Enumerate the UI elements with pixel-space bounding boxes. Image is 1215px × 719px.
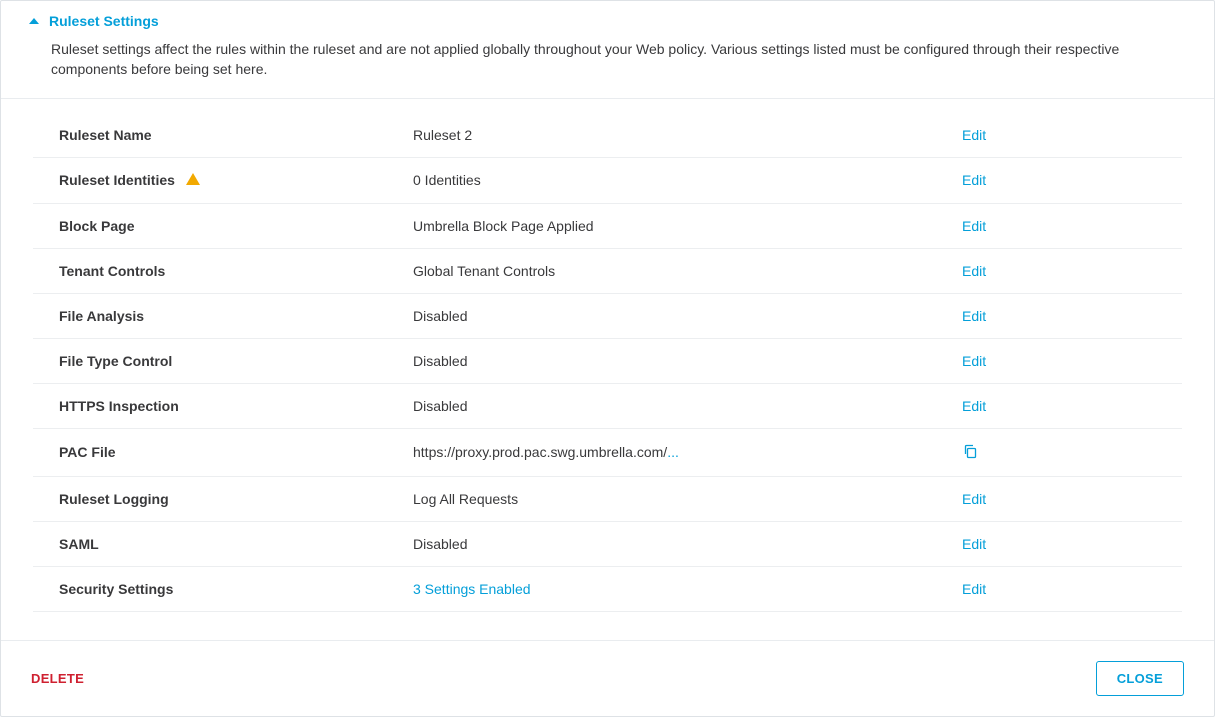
row-security-settings: Security Settings 3 Settings Enabled Edi… [33,566,1182,611]
row-pac-file: PAC File https://proxy.prod.pac.swg.umbr… [33,428,1182,476]
ruleset-settings-panel: Ruleset Settings Ruleset settings affect… [0,0,1215,717]
panel-body: Ruleset Name Ruleset 2 Edit Ruleset Iden… [1,99,1214,640]
panel-description: Ruleset settings affect the rules within… [1,33,1214,99]
pac-url-ellipsis[interactable]: ... [667,444,679,460]
label-ruleset-logging: Ruleset Logging [33,476,413,521]
edit-saml[interactable]: Edit [962,536,986,552]
panel-footer: DELETE CLOSE [1,640,1214,716]
label-file-analysis: File Analysis [33,293,413,338]
label-security-settings: Security Settings [33,566,413,611]
row-saml: SAML Disabled Edit [33,521,1182,566]
value-pac-file: https://proxy.prod.pac.swg.umbrella.com/… [413,428,962,476]
label-block-page: Block Page [33,203,413,248]
row-block-page: Block Page Umbrella Block Page Applied E… [33,203,1182,248]
edit-file-type-control[interactable]: Edit [962,353,986,369]
value-https-inspection: Disabled [413,383,962,428]
value-ruleset-name: Ruleset 2 [413,99,962,158]
close-button[interactable]: CLOSE [1096,661,1184,696]
label-ruleset-identities: Ruleset Identities [33,157,413,203]
value-ruleset-logging: Log All Requests [413,476,962,521]
row-ruleset-logging: Ruleset Logging Log All Requests Edit [33,476,1182,521]
label-ruleset-identities-text: Ruleset Identities [59,172,175,188]
pac-url-text: https://proxy.prod.pac.swg.umbrella.com/ [413,444,667,460]
delete-button[interactable]: DELETE [31,671,84,686]
value-tenant-controls: Global Tenant Controls [413,248,962,293]
settings-table: Ruleset Name Ruleset 2 Edit Ruleset Iden… [33,99,1182,612]
value-block-page: Umbrella Block Page Applied [413,203,962,248]
edit-security-settings[interactable]: Edit [962,581,986,597]
value-ruleset-identities: 0 Identities [413,157,962,203]
row-https-inspection: HTTPS Inspection Disabled Edit [33,383,1182,428]
edit-https-inspection[interactable]: Edit [962,398,986,414]
row-ruleset-identities: Ruleset Identities 0 Identities Edit [33,157,1182,203]
edit-ruleset-identities[interactable]: Edit [962,172,986,188]
caret-up-icon [29,18,39,24]
value-saml: Disabled [413,521,962,566]
value-file-type-control: Disabled [413,338,962,383]
edit-file-analysis[interactable]: Edit [962,308,986,324]
panel-header[interactable]: Ruleset Settings [1,1,1214,33]
value-security-settings[interactable]: 3 Settings Enabled [413,581,531,597]
copy-icon[interactable] [962,443,978,462]
edit-ruleset-logging[interactable]: Edit [962,491,986,507]
edit-tenant-controls[interactable]: Edit [962,263,986,279]
value-file-analysis: Disabled [413,293,962,338]
label-saml: SAML [33,521,413,566]
label-ruleset-name: Ruleset Name [33,99,413,158]
label-tenant-controls: Tenant Controls [33,248,413,293]
label-file-type-control: File Type Control [33,338,413,383]
row-file-analysis: File Analysis Disabled Edit [33,293,1182,338]
warning-icon [186,172,200,188]
edit-block-page[interactable]: Edit [962,218,986,234]
label-https-inspection: HTTPS Inspection [33,383,413,428]
panel-title: Ruleset Settings [49,13,159,29]
row-ruleset-name: Ruleset Name Ruleset 2 Edit [33,99,1182,158]
label-pac-file: PAC File [33,428,413,476]
edit-ruleset-name[interactable]: Edit [962,127,986,143]
row-file-type-control: File Type Control Disabled Edit [33,338,1182,383]
row-tenant-controls: Tenant Controls Global Tenant Controls E… [33,248,1182,293]
